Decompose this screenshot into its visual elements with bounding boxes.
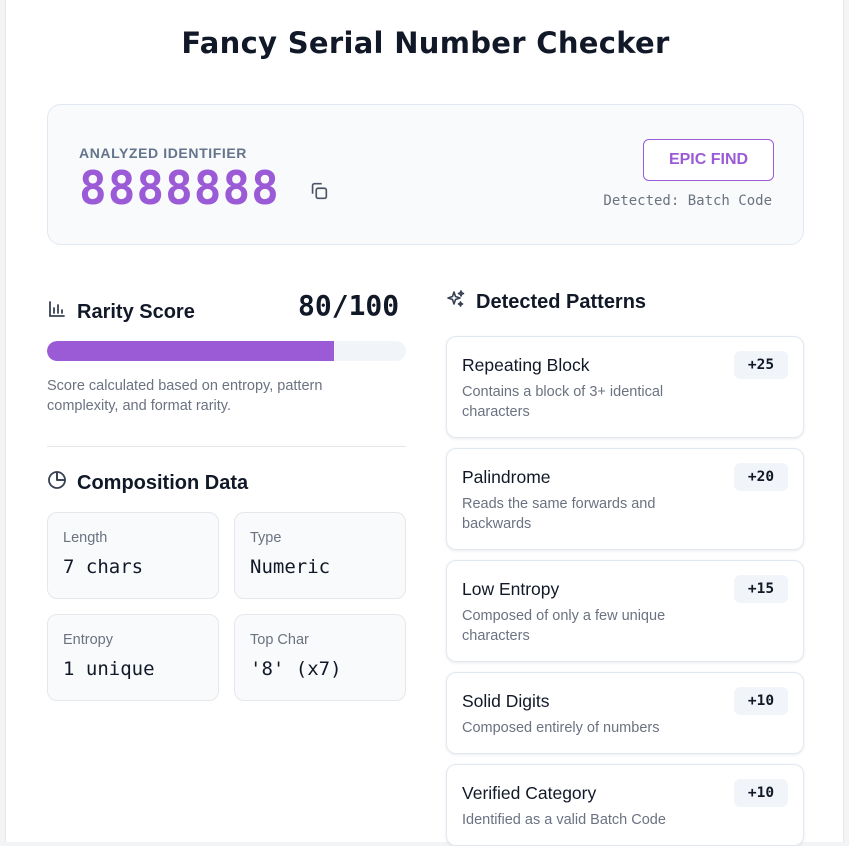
pattern-description: Composed of only a few unique characters — [462, 608, 666, 644]
stat-label: Entropy — [63, 632, 113, 648]
stat-card-entropy: Entropy 1 unique — [47, 614, 219, 701]
identifier-label: ANALYZED IDENTIFIER — [79, 145, 248, 161]
rarity-progress-bar — [47, 341, 406, 361]
pattern-description: Contains a block of 3+ identical charact… — [462, 384, 664, 420]
divider — [47, 446, 406, 447]
sparkles-icon — [446, 289, 466, 315]
pattern-card-low-entropy: Low Entropy Composed of only a few uniqu… — [446, 560, 804, 662]
composition-heading: Composition Data — [47, 470, 248, 496]
pattern-card-repeating-block: Repeating Block Contains a block of 3+ i… — [446, 336, 804, 438]
stat-value: 7 chars — [63, 556, 144, 578]
stat-card-type: Type Numeric — [234, 512, 406, 599]
rarity-badge: EPIC FIND — [643, 139, 774, 181]
pattern-description: Composed entirely of numbers — [462, 720, 660, 736]
pattern-card-solid-digits: Solid Digits Composed entirely of number… — [446, 672, 804, 754]
stat-value: Numeric — [250, 556, 331, 578]
stat-card-top-char: Top Char '8' (x7) — [234, 614, 406, 701]
rarity-note: Score calculated based on entropy, patte… — [47, 378, 323, 414]
stat-label: Type — [250, 530, 282, 546]
stat-value: 1 unique — [63, 658, 155, 680]
stat-value: '8' (x7) — [250, 658, 342, 680]
rarity-heading: Rarity Score — [47, 299, 195, 325]
pattern-description: Identified as a valid Batch Code — [462, 812, 666, 828]
rarity-progress-fill — [47, 341, 335, 361]
pattern-title: Low Entropy — [462, 579, 560, 599]
stat-card-length: Length 7 chars — [47, 512, 219, 599]
pattern-points-badge: +20 — [734, 463, 788, 491]
pattern-card-verified-category: Verified Category Identified as a valid … — [446, 764, 804, 846]
pattern-points-badge: +10 — [734, 779, 788, 807]
page-title: Fancy Serial Number Checker — [181, 26, 670, 60]
patterns-heading-label: Detected Patterns — [476, 290, 647, 313]
pattern-title: Verified Category — [462, 783, 597, 803]
page: Fancy Serial Number Checker ANALYZED IDE… — [5, 0, 844, 846]
pattern-title: Palindrome — [462, 467, 551, 487]
patterns-heading: Detected Patterns — [446, 289, 646, 315]
rarity-heading-label: Rarity Score — [77, 300, 195, 323]
pattern-card-palindrome: Palindrome Reads the same forwards and b… — [446, 448, 804, 550]
pattern-points-badge: +15 — [734, 575, 788, 603]
stat-label: Top Char — [250, 632, 309, 648]
composition-heading-label: Composition Data — [77, 471, 249, 494]
bar-chart-icon — [47, 299, 67, 325]
detected-category: Detected: Batch Code — [603, 193, 772, 209]
pie-chart-icon — [47, 470, 67, 496]
pattern-title: Solid Digits — [462, 691, 550, 711]
copy-icon[interactable] — [308, 180, 330, 202]
stat-label: Length — [63, 530, 108, 546]
rarity-score-value: 80/100 — [298, 289, 400, 322]
pattern-points-badge: +25 — [734, 351, 788, 379]
pattern-description: Reads the same forwards and backwards — [462, 496, 656, 532]
pattern-points-badge: +10 — [734, 687, 788, 715]
pattern-title: Repeating Block — [462, 355, 590, 375]
identifier-card: ANALYZED IDENTIFIER 8888888 EPIC FIND De… — [47, 104, 804, 245]
identifier-value: 8888888 — [79, 161, 280, 215]
